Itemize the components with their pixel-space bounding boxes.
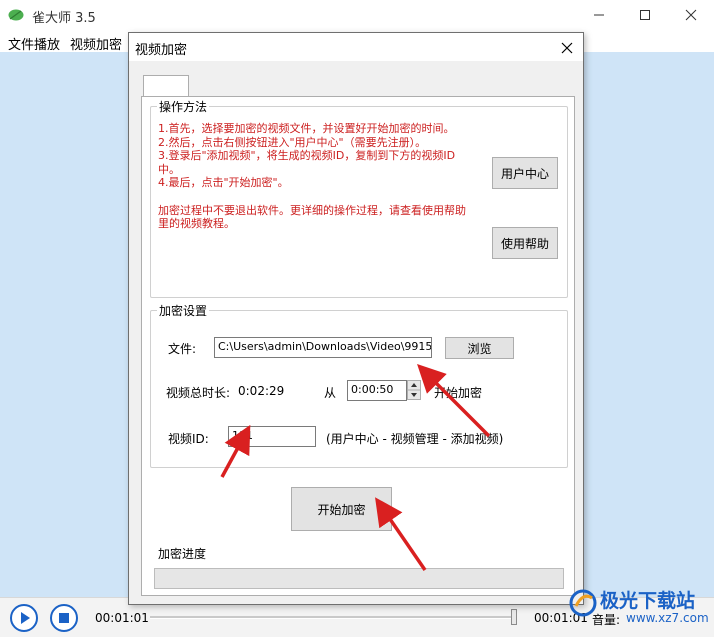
user-center-button[interactable]: 用户中心	[492, 157, 558, 189]
duration-value: 0:02:29	[238, 384, 285, 398]
maximize-button[interactable]	[622, 0, 668, 30]
watermark-url: www.xz7.com	[626, 611, 709, 625]
tab-main[interactable]	[143, 75, 189, 97]
seek-thumb[interactable]	[511, 609, 517, 625]
current-time: 00:01:01	[95, 611, 149, 625]
leaf-logo-icon	[8, 9, 24, 21]
stop-button[interactable]	[50, 604, 78, 632]
watermark-text: 极光下载站	[600, 590, 696, 612]
start-encrypt-label: 开始加密	[434, 386, 483, 400]
stop-icon	[59, 613, 69, 623]
close-icon	[685, 9, 697, 21]
instruction-note: 加密过程中不要退出软件。更详细的操作过程，请查看使用帮助里的视频教程。	[158, 203, 466, 231]
from-label: 从	[324, 386, 337, 400]
settings-legend: 加密设置	[159, 304, 208, 318]
instruction-steps: 1.首先，选择要加密的视频文件，并设置好开始加密的时间。 2.然后，点击右侧按钮…	[158, 122, 476, 231]
app-title: 雀大师 3.5	[32, 11, 96, 26]
time-spinner[interactable]	[407, 380, 421, 400]
seek-bar[interactable]	[150, 616, 516, 619]
instruction-step-4: 4.最后，点击"开始加密"。	[158, 176, 289, 189]
menu-file-play[interactable]: 文件播放	[8, 34, 60, 53]
instructions-legend: 操作方法	[159, 100, 208, 114]
file-label: 文件:	[168, 342, 197, 356]
instruction-step-1: 1.首先，选择要加密的视频文件，并设置好开始加密的时间。	[158, 122, 455, 135]
app-title-bar: 雀大师 3.5	[0, 0, 714, 30]
progress-label: 加密进度	[158, 547, 207, 561]
maximize-icon	[640, 10, 650, 20]
tab-panel: 操作方法 1.首先，选择要加密的视频文件，并设置好开始加密的时间。 2.然后，点…	[141, 96, 575, 596]
dialog-title-bar: 视频加密	[129, 33, 583, 61]
duration-label: 视频总时长:	[166, 386, 231, 400]
dialog-title: 视频加密	[135, 43, 188, 58]
play-icon	[21, 612, 30, 624]
video-id-input[interactable]: 111	[228, 426, 316, 447]
start-time-input[interactable]: 0:00:50	[347, 380, 407, 401]
watermark: 极光下载站 www.xz7.com	[568, 584, 709, 630]
menu-video-encrypt[interactable]: 视频加密	[70, 34, 122, 53]
watermark-logo-icon	[569, 589, 597, 617]
encrypt-progress-bar	[154, 568, 564, 589]
play-button[interactable]	[10, 604, 38, 632]
instruction-step-3: 3.登录后"添加视频"，将生成的视频ID，复制到下方的视频ID中。	[158, 149, 456, 176]
help-button[interactable]: 使用帮助	[492, 227, 558, 259]
video-id-label: 视频ID:	[168, 432, 209, 446]
video-id-hint: (用户中心 - 视频管理 - 添加视频)	[326, 432, 504, 446]
minimize-icon	[594, 14, 604, 16]
window-close-button[interactable]	[668, 0, 714, 30]
minimize-button[interactable]	[576, 0, 622, 30]
video-encrypt-dialog: 视频加密 操作方法 1.首先，选择要加密的视频文件，并设置好开始加密的时间。 2…	[128, 32, 584, 605]
dialog-close-icon[interactable]	[561, 42, 573, 54]
file-path-input[interactable]: C:\Users\admin\Downloads\Video\991558388	[214, 337, 432, 358]
start-encrypt-button[interactable]: 开始加密	[291, 487, 392, 531]
browse-button[interactable]: 浏览	[445, 337, 514, 359]
instruction-step-2: 2.然后，点击右侧按钮进入"用户中心"（需要先注册）。	[158, 135, 427, 149]
